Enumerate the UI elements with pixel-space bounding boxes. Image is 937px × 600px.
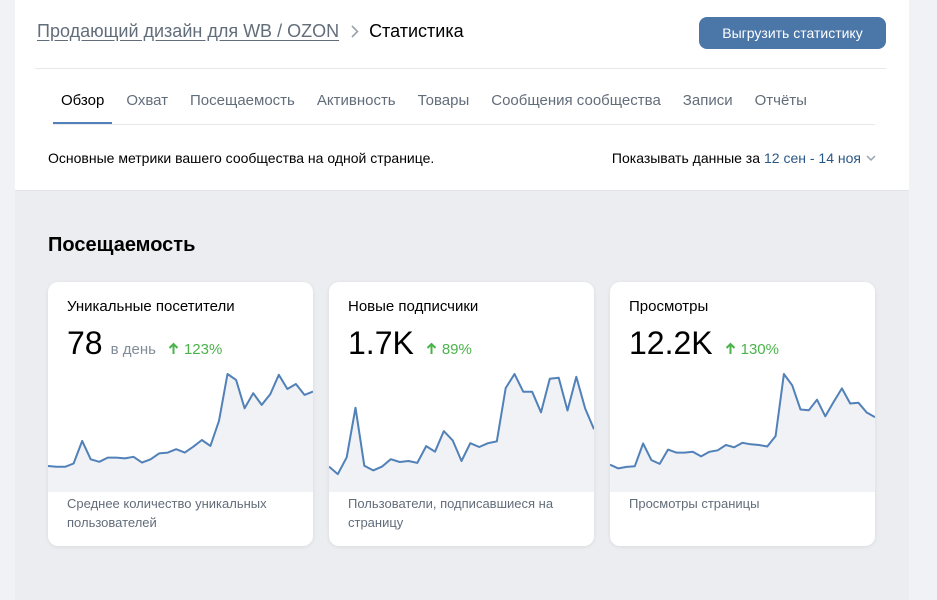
tab-activity[interactable]: Активность: [309, 76, 404, 124]
metric-title: Новые подписчики: [348, 298, 479, 315]
period-label: Показывать данные за: [611, 150, 761, 166]
tab-reach[interactable]: Охват: [118, 76, 176, 124]
period-value[interactable]: 12 сен - 14 ноя: [764, 150, 861, 166]
trend-badge: 123%: [168, 341, 222, 358]
export-statistics-button[interactable]: Выгрузить статистику: [699, 17, 886, 49]
sparkline-chart: [610, 373, 875, 492]
period-selector[interactable]: Показывать данные за 12 сен - 14 ноя: [612, 150, 876, 166]
trend-value: 123%: [183, 341, 223, 358]
trend-value: 89%: [441, 341, 472, 358]
sparkline-chart: [48, 373, 313, 492]
divider: [53, 124, 875, 125]
metric-title: Просмотры: [629, 298, 709, 315]
chevron-right-icon: [351, 25, 359, 38]
metric-value-row: 1.7K 89%: [348, 325, 472, 362]
chevron-down-icon: [866, 154, 876, 162]
trend-value: 130%: [740, 341, 779, 358]
metric-card-new-subscribers[interactable]: Новые подписчики 1.7K 89% Пользователи, …: [329, 282, 594, 546]
tab-reports[interactable]: Отчёты: [747, 76, 815, 124]
tab-community-messages[interactable]: Сообщения сообщества: [483, 76, 669, 124]
overview-description: Основные метрики вашего сообщества на од…: [48, 150, 435, 166]
metric-value-row: 12.2K 130%: [629, 325, 779, 362]
sparkline-area: [329, 374, 594, 492]
tab-posts[interactable]: Записи: [675, 76, 741, 124]
sparkline-area: [48, 374, 313, 492]
statistics-panel: Продающий дизайн для WB / OZON Статистик…: [15, 0, 909, 600]
breadcrumb-community-link[interactable]: Продающий дизайн для WB / OZON: [37, 21, 339, 42]
metric-value-row: 78 в день 123%: [67, 325, 222, 362]
metric-value: 12.2K: [629, 325, 713, 361]
arrow-up-icon: [725, 342, 735, 354]
metric-value: 1.7K: [348, 325, 414, 361]
tab-attendance[interactable]: Посещаемость: [182, 76, 303, 124]
metric-subtitle: Пользователи, подписавшиеся на страницу: [348, 496, 554, 530]
breadcrumb: Продающий дизайн для WB / OZON Статистик…: [37, 21, 464, 42]
tab-overview[interactable]: Обзор: [53, 76, 113, 124]
section-title: Посещаемость: [48, 234, 196, 256]
metric-subtitle: Просмотры страницы: [629, 496, 760, 511]
sparkline-chart: [329, 373, 594, 492]
metric-title: Уникальные посетители: [67, 298, 235, 315]
trend-badge: 130%: [725, 341, 779, 358]
metric-value: 78: [67, 325, 103, 361]
metric-subtitle: Среднее количество уникальных пользовате…: [67, 496, 267, 530]
tab-products[interactable]: Товары: [410, 76, 478, 124]
metric-card-views[interactable]: Просмотры 12.2K 130% Просмотры страницы: [610, 282, 875, 546]
metric-card-unique-visitors[interactable]: Уникальные посетители 78 в день 123% Сре…: [48, 282, 313, 546]
arrow-up-icon: [426, 342, 437, 354]
divider: [35, 68, 886, 69]
trend-badge: 89%: [426, 341, 472, 358]
sparkline-area: [610, 374, 875, 492]
metric-unit: в день: [110, 341, 156, 358]
header-block: Продающий дизайн для WB / OZON Статистик…: [15, 0, 909, 191]
arrow-up-icon: [168, 342, 179, 354]
breadcrumb-current: Статистика: [369, 21, 464, 41]
tab-bar: Обзор Охват Посещаемость Активность Това…: [53, 76, 821, 124]
